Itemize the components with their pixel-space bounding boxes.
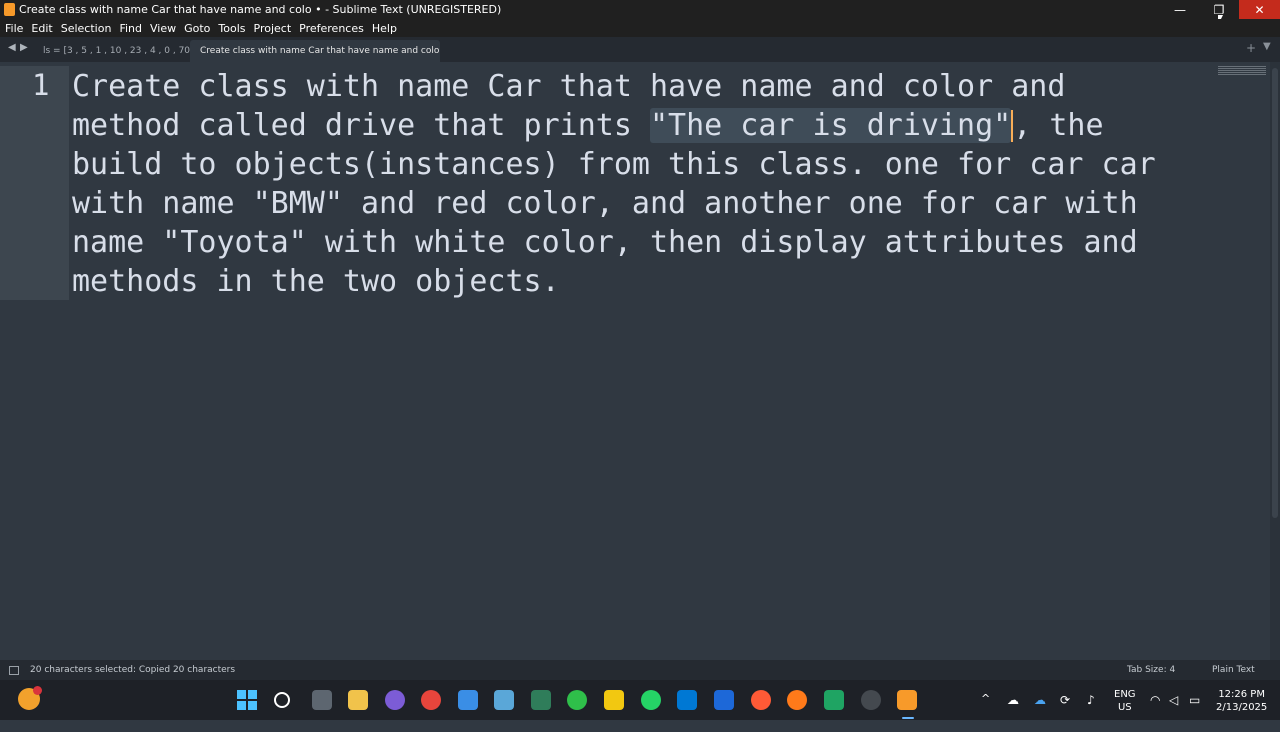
onedrive-cloud-icon[interactable]: ☁	[1007, 693, 1019, 707]
menu-project[interactable]: Project	[254, 22, 292, 35]
menu-tools[interactable]: Tools	[218, 22, 245, 35]
store-icon[interactable]	[458, 690, 478, 710]
menu-view[interactable]: View	[150, 22, 176, 35]
tab-list-chevron-down-icon[interactable]: ▼	[1263, 41, 1271, 52]
wifi-icon[interactable]: ◠	[1150, 693, 1160, 707]
code-line: methods in the two objects.	[72, 264, 560, 299]
code-line: method called drive that prints "The car…	[72, 106, 1207, 145]
selected-text: "The car is driving"	[649, 108, 1012, 143]
line-number: 1	[32, 68, 50, 102]
code-line: name "Toyota" with white color, then dis…	[72, 225, 1138, 260]
menu-edit[interactable]: Edit	[31, 22, 52, 35]
code-line: Create class with name Car that have nam…	[72, 69, 1066, 104]
tab-prev-icon[interactable]: ◀	[8, 42, 16, 53]
start-windows-icon[interactable]	[237, 690, 257, 710]
onedrive-blue-cloud-icon[interactable]: ☁	[1034, 693, 1046, 707]
status-message: 20 characters selected: Copied 20 charac…	[30, 665, 236, 675]
tab-label: Create class with name Car that have nam…	[200, 46, 440, 56]
postman-icon[interactable]	[751, 690, 771, 710]
sync-icon[interactable]: ⟳	[1060, 693, 1070, 707]
menu-file[interactable]: File	[5, 22, 23, 35]
title-bar: Create class with name Car that have nam…	[0, 0, 1280, 25]
tab-label: ls = [3 , 5 , 1 , 10 , 23 , 4 , 0 , 70 ]	[43, 46, 197, 56]
clock-date: 2/13/2025	[1216, 702, 1268, 713]
code-text-segment: method called drive that prints	[72, 108, 650, 143]
tab-bar: ◀ ▶ ls = [3 , 5 , 1 , 10 , 23 , 4 , 0 , …	[0, 37, 1280, 62]
minimap[interactable]	[1218, 66, 1266, 76]
clock-time: 12:26 PM	[1218, 689, 1265, 700]
system-clock[interactable]: 12:26 PM 2/13/2025	[1216, 688, 1267, 728]
code-line: build to objects(instances) from this cl…	[72, 147, 1156, 182]
refresh-app-icon[interactable]	[567, 690, 587, 710]
sublime-text-icon[interactable]	[897, 690, 917, 710]
vscode-icon[interactable]	[677, 690, 697, 710]
file-explorer-icon[interactable]	[348, 690, 368, 710]
keyboard-region: US	[1117, 702, 1132, 713]
tab-ls-list[interactable]: ls = [3 , 5 , 1 , 10 , 23 , 4 , 0 , 70 ]	[33, 40, 196, 62]
power-bi-icon[interactable]	[604, 690, 624, 710]
close-button[interactable]: ✕	[1239, 0, 1280, 19]
menu-find[interactable]: Find	[119, 22, 142, 35]
search-icon[interactable]	[274, 692, 290, 708]
menu-selection[interactable]: Selection	[61, 22, 112, 35]
windows-taskbar: ^ ☁ ☁ ⟳ ♪ ENG US ◠ ◁ ▭ 12:26 PM 2/13/202…	[0, 680, 1280, 720]
tray-chevron-up-icon[interactable]: ^	[981, 692, 990, 732]
microphone-icon[interactable]: ♪	[1087, 693, 1095, 707]
syntax-indicator[interactable]: Plain Text	[1212, 665, 1255, 675]
minimize-button[interactable]: —	[1160, 0, 1200, 19]
status-bar: 20 characters selected: Copied 20 charac…	[0, 660, 1280, 680]
language-code: ENG	[1114, 689, 1136, 700]
widgets-icon[interactable]	[18, 686, 42, 710]
settings-gear-icon[interactable]	[861, 690, 881, 710]
copilot-icon[interactable]	[385, 690, 405, 710]
chrome-icon[interactable]	[421, 690, 441, 710]
tab-create-class[interactable]: Create class with name Car that have nam…	[190, 40, 440, 62]
task-view-icon[interactable]	[312, 690, 332, 710]
panel-toggle-icon[interactable]	[9, 666, 19, 675]
whatsapp-icon[interactable]	[641, 690, 661, 710]
menu-help[interactable]: Help	[372, 22, 397, 35]
new-tab-plus-icon[interactable]: +	[1246, 41, 1256, 55]
tab-size-indicator[interactable]: Tab Size: 4	[1127, 665, 1175, 675]
code-text-segment: , the	[1013, 108, 1104, 143]
sublime-app-icon	[4, 3, 15, 16]
battery-icon[interactable]: ▭	[1189, 693, 1200, 707]
active-app-indicator	[902, 717, 914, 719]
snipping-tool-icon[interactable]	[494, 690, 514, 710]
vertical-scrollbar[interactable]	[1270, 62, 1280, 660]
pycharm-icon[interactable]	[531, 690, 551, 710]
editor-area[interactable]: 1 Create class with name Car that have n…	[0, 62, 1280, 660]
scrollbar-thumb[interactable]	[1272, 68, 1278, 518]
meet-icon[interactable]	[824, 690, 844, 710]
menu-goto[interactable]: Goto	[184, 22, 210, 35]
menu-bar: File Edit Selection Find View Goto Tools…	[0, 19, 1280, 37]
volume-icon[interactable]: ◁	[1169, 693, 1178, 707]
tab-next-icon[interactable]: ▶	[20, 42, 28, 53]
webstorm-icon[interactable]	[714, 690, 734, 710]
code-line: with name "BMW" and red color, and anoth…	[72, 186, 1138, 221]
window-title: Create class with name Car that have nam…	[19, 3, 502, 16]
code-text[interactable]: Create class with name Car that have nam…	[72, 67, 1207, 301]
menu-preferences[interactable]: Preferences	[299, 22, 364, 35]
language-indicator[interactable]: ENG US	[1114, 688, 1136, 728]
firefox-icon[interactable]	[787, 690, 807, 710]
